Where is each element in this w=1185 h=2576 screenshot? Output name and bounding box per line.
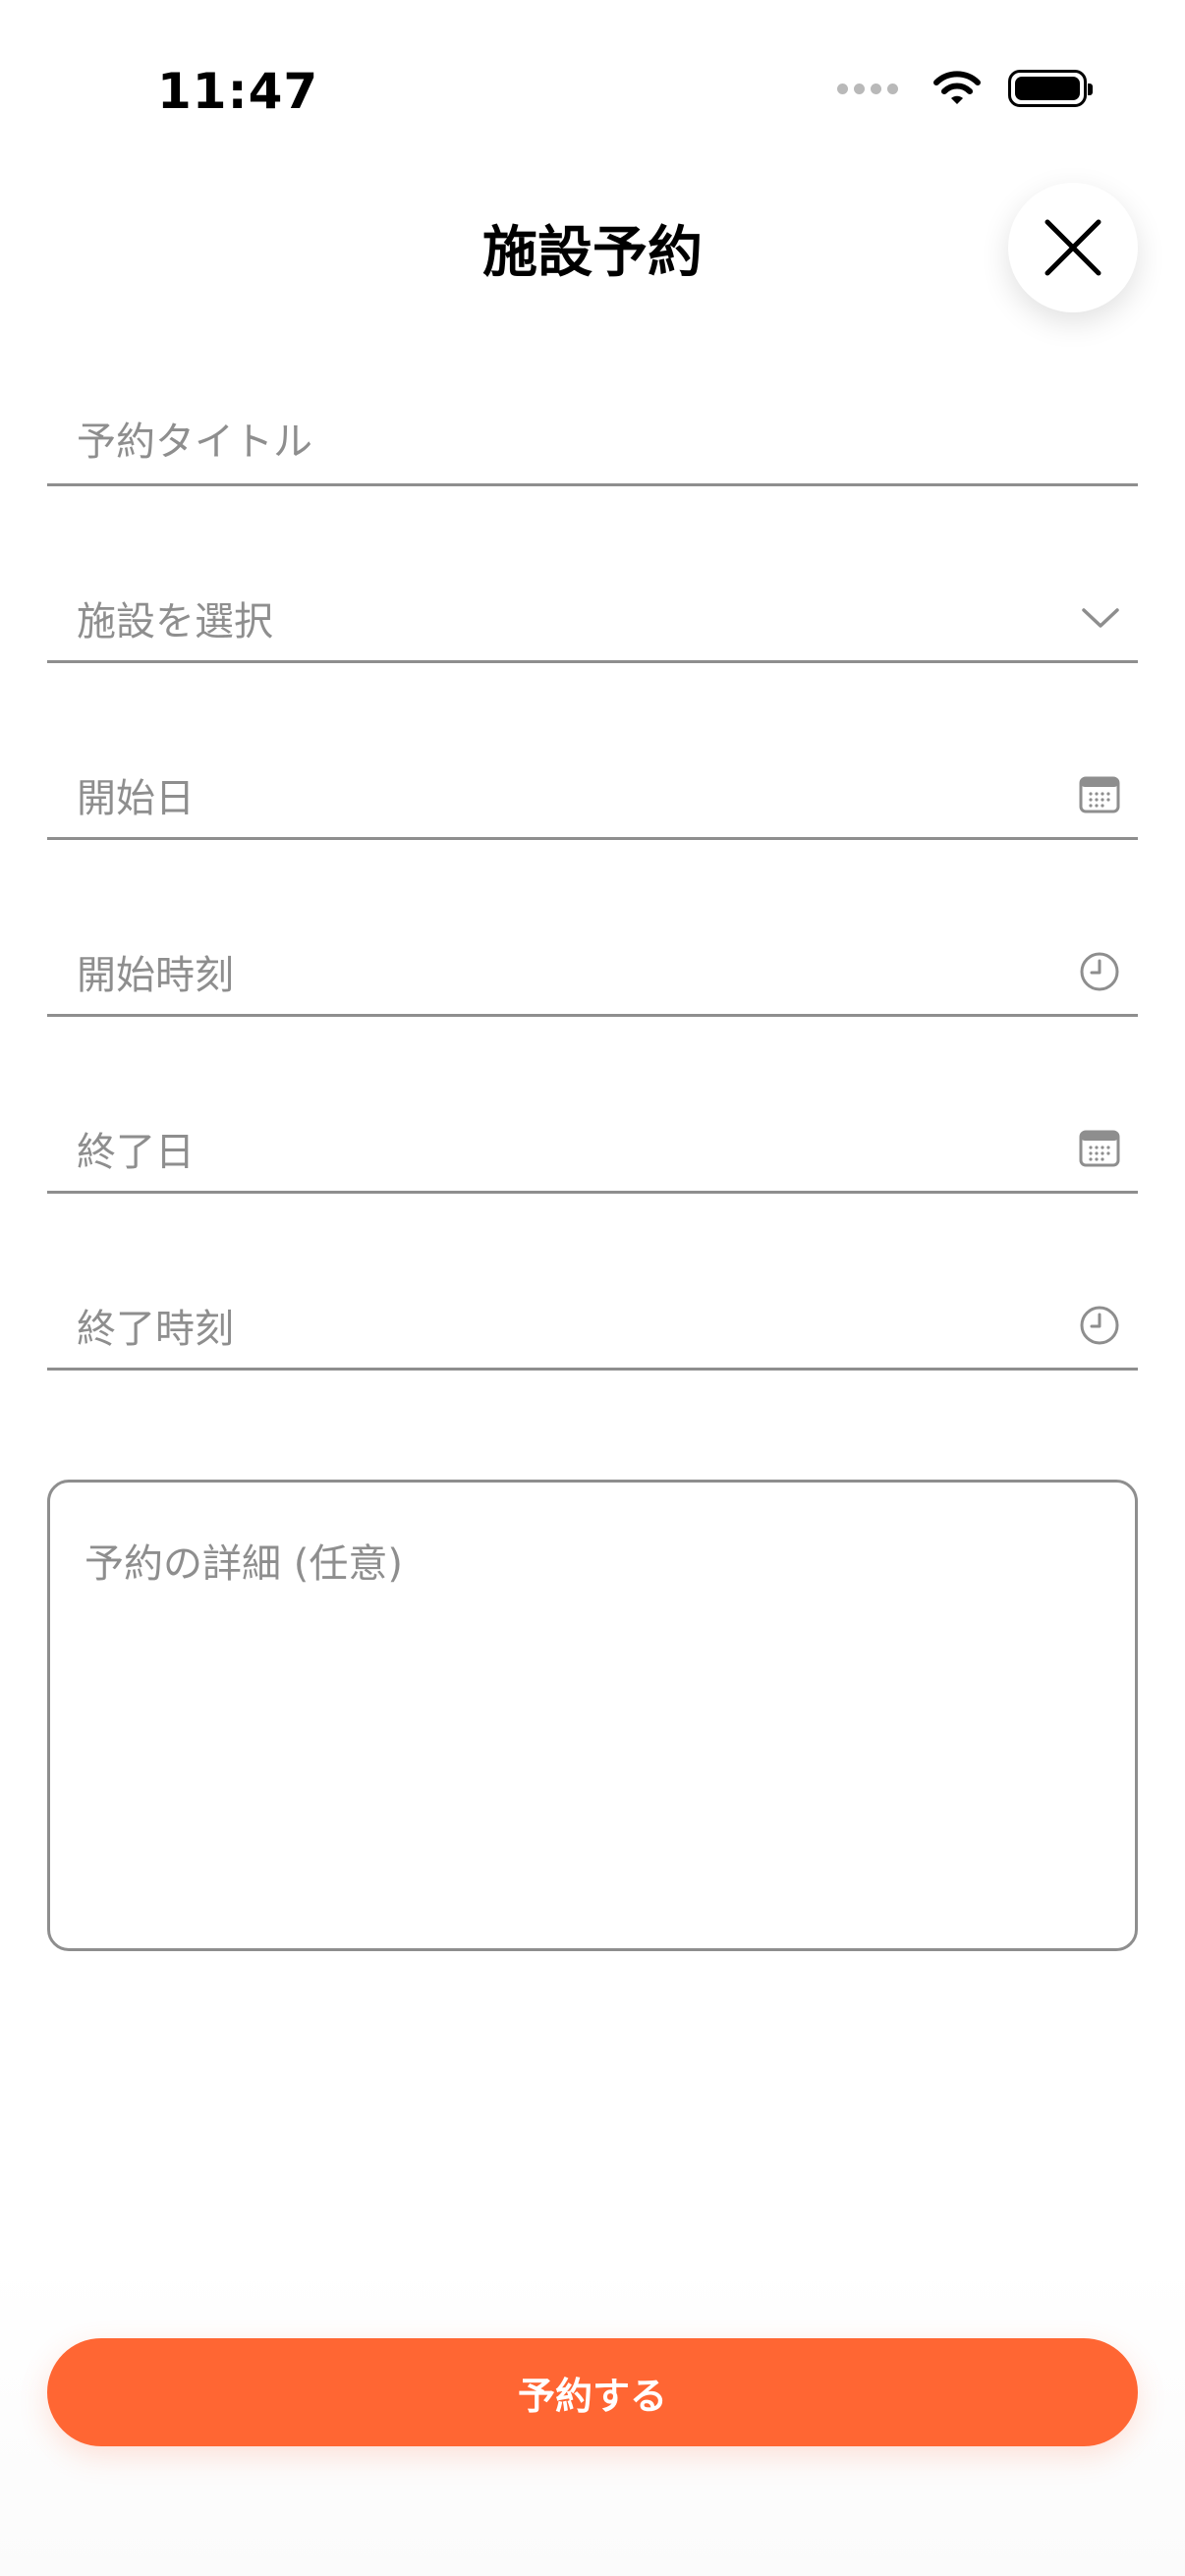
calendar-icon: [1079, 1129, 1120, 1168]
start-time-placeholder: 開始時刻: [77, 952, 234, 998]
status-icons: [837, 69, 1093, 108]
facility-select[interactable]: 施設を選択: [47, 575, 1138, 663]
signal-icon: [837, 83, 898, 94]
end-time-placeholder: 終了時刻: [77, 1306, 234, 1352]
clock-icon: [1079, 1305, 1120, 1346]
chevron-down-icon: [1081, 606, 1120, 630]
clock-icon: [1079, 951, 1120, 992]
reservation-title-input[interactable]: 予約タイトル: [47, 393, 1138, 486]
reserve-button[interactable]: 予約する: [47, 2338, 1138, 2446]
status-time: 11:47: [157, 63, 319, 120]
end-time-field[interactable]: 終了時刻: [47, 1282, 1138, 1371]
close-button[interactable]: [1008, 183, 1138, 312]
start-date-field[interactable]: 開始日: [47, 752, 1138, 840]
start-time-field[interactable]: 開始時刻: [47, 928, 1138, 1017]
reserve-button-label: 予約する: [517, 2374, 667, 2418]
facility-placeholder: 施設を選択: [77, 598, 273, 644]
reservation-details-placeholder: 予約の詳細 (任意): [85, 1541, 403, 1587]
reservation-title-placeholder: 予約タイトル: [77, 420, 312, 465]
wifi-icon: [933, 71, 981, 104]
reservation-screen: 11:47 施設予約 予約タイトル 施設を選択 開始日 開始時刻 終了日 終了時…: [0, 0, 1185, 2576]
close-icon: [1044, 219, 1101, 276]
reservation-details-textarea[interactable]: 予約の詳細 (任意): [47, 1480, 1138, 1951]
end-date-field[interactable]: 終了日: [47, 1105, 1138, 1194]
calendar-icon: [1079, 775, 1120, 814]
battery-icon: [1008, 70, 1093, 107]
end-date-placeholder: 終了日: [77, 1129, 195, 1175]
start-date-placeholder: 開始日: [77, 775, 195, 821]
